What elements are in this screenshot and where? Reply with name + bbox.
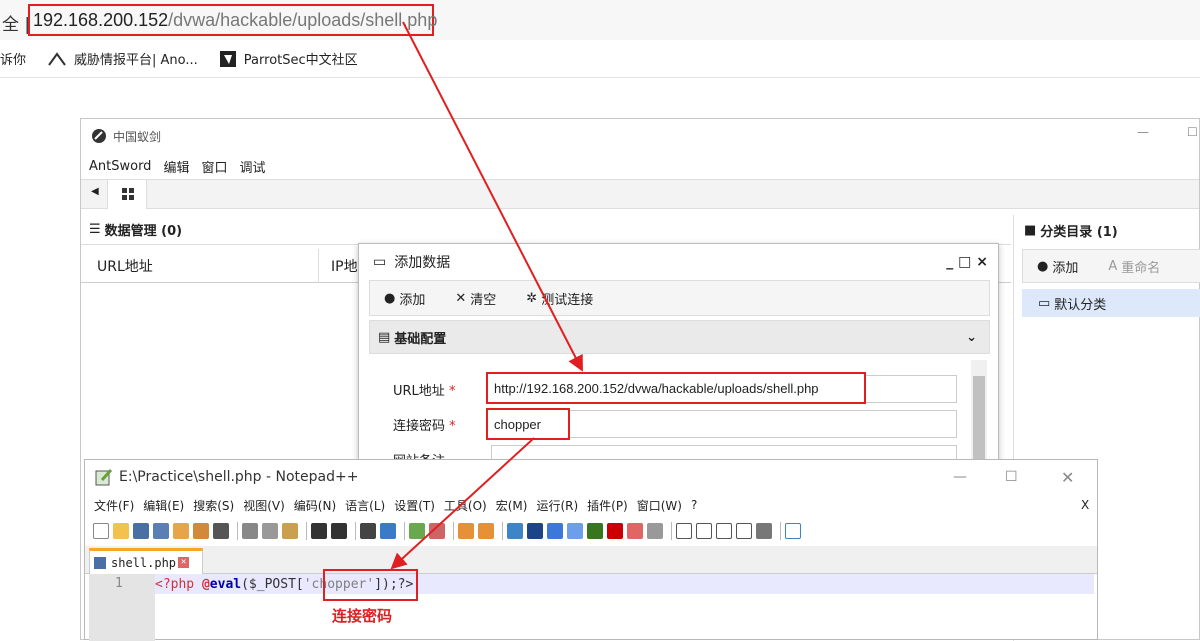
arrow-password-to-code — [390, 437, 535, 570]
arrow-url-to-field — [402, 21, 583, 372]
annotation-arrows — [390, 21, 583, 570]
